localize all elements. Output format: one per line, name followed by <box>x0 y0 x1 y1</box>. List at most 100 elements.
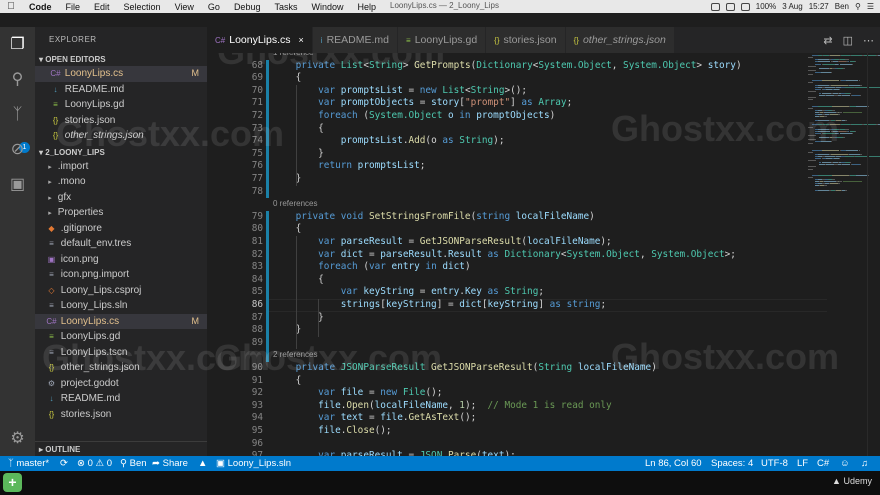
folder-item[interactable]: ▸ gfx <box>35 190 207 206</box>
dropbox-icon[interactable] <box>710 2 720 11</box>
search-icon[interactable]: ⚲ <box>8 70 27 89</box>
folder-item[interactable]: ▸ .mono <box>35 174 207 190</box>
code-lens-references[interactable]: 0 references <box>273 198 317 211</box>
menu-debug[interactable]: Debug <box>227 2 268 12</box>
code-lens-references[interactable]: 1 reference <box>273 53 313 60</box>
line-number: 88 <box>251 324 263 336</box>
encoding[interactable]: UTF-8 <box>761 456 788 471</box>
wifi-icon[interactable] <box>725 2 735 11</box>
menu-selection[interactable]: Selection <box>117 2 168 12</box>
menu-edit[interactable]: Edit <box>87 2 117 12</box>
explorer-icon[interactable]: ❐ <box>8 35 27 54</box>
open-editor-item[interactable]: {} stories.json <box>35 113 207 129</box>
code-token: ] <box>538 299 550 310</box>
problems-indicator[interactable]: ⊗ 0 ⚠ 0 <box>77 456 112 471</box>
code-token: keyString <box>385 299 437 310</box>
menu-tasks[interactable]: Tasks <box>267 2 304 12</box>
minimap-token <box>854 130 856 132</box>
code-token: = <box>402 236 420 247</box>
folder-item[interactable]: ▸ Properties <box>35 205 207 221</box>
debug-icon[interactable]: ⊘ <box>8 140 27 159</box>
open-changes-icon[interactable]: ⇄ <box>823 34 832 47</box>
minimap-token <box>845 120 847 122</box>
menu-go[interactable]: Go <box>201 2 227 12</box>
file-item[interactable]: ≡ LoonyLips.gd <box>35 329 207 345</box>
branch-indicator[interactable]: ᛉ master* <box>8 456 49 471</box>
json-icon: {} <box>52 131 59 140</box>
menu-app[interactable]: Code <box>22 2 59 12</box>
user-name[interactable]: Ben <box>835 2 849 11</box>
volume-icon[interactable] <box>740 2 750 11</box>
line-number: 91 <box>251 374 263 386</box>
file-item[interactable]: ≡ LoonyLips.tscn <box>35 345 207 361</box>
search-icon[interactable]: ⚲ <box>855 2 861 11</box>
menu-view[interactable]: View <box>168 2 201 12</box>
code-editor[interactable]: 1 reference68 private List<String> GetPr… <box>207 53 880 456</box>
share-button[interactable]: ➦ Share <box>152 456 188 471</box>
file-item[interactable]: ▣ icon.png <box>35 252 207 268</box>
code-token: { <box>273 273 324 285</box>
open-editor-item[interactable]: ≡ LoonyLips.gd <box>35 97 207 113</box>
live-share-user[interactable]: ⚲ Ben <box>120 456 147 471</box>
file-item[interactable]: ≡ default_env.tres <box>35 236 207 252</box>
open-editor-item[interactable]: {} other_strings.json <box>35 128 207 144</box>
add-icon[interactable]: + <box>3 473 22 492</box>
source-control-icon[interactable]: ᛉ <box>8 105 27 124</box>
file-item[interactable]: {} other_strings.json <box>35 360 207 376</box>
open-editors-header[interactable]: ▾ OPEN EDITORS <box>35 53 207 66</box>
file-item[interactable]: ↓ README.md <box>35 391 207 407</box>
clock[interactable]: 15:27 <box>809 2 829 11</box>
tab-loonylips-gd[interactable]: ≡ LoonyLips.gd <box>398 27 487 53</box>
file-item[interactable]: ⚙ project.godot <box>35 376 207 392</box>
close-icon[interactable]: × <box>299 35 304 45</box>
project-folder-header[interactable]: ▾ 2_LOONY_LIPS <box>35 146 207 159</box>
file-item[interactable]: {} stories.json <box>35 407 207 423</box>
end-of-line[interactable]: LF <box>797 456 808 471</box>
file-item[interactable]: C# LoonyLips.cs M <box>35 313 207 329</box>
indentation[interactable]: Spaces: 4 <box>711 456 753 471</box>
code-text: promptsList.Add(o as String); <box>273 135 505 148</box>
flame-icon[interactable]: ▲ <box>198 456 207 471</box>
tab-readme-md[interactable]: i README.md <box>312 27 399 53</box>
tab-stories-json[interactable]: {} stories.json <box>486 27 566 53</box>
code-text: var dict = parseResult.Result as Diction… <box>273 249 736 262</box>
more-actions-icon[interactable]: ⋯ <box>863 34 874 47</box>
minimap-token <box>817 189 829 191</box>
split-editor-icon[interactable]: ◫ <box>843 34 853 47</box>
tab-loonylips-cs[interactable]: C# LoonyLips.cs × <box>207 27 313 53</box>
language-mode[interactable]: C# <box>817 456 829 471</box>
sync-icon[interactable]: ⟳ <box>60 456 68 471</box>
code-token: = <box>414 97 432 109</box>
notifications-bell-icon[interactable]: ♫ <box>861 456 868 471</box>
menu-list-icon[interactable]: ☰ <box>867 2 874 11</box>
feedback-smiley-icon[interactable]: ☺ <box>840 456 850 471</box>
code-text: private List<String> GetPrompts(Dictiona… <box>273 60 742 73</box>
outline-section[interactable]: ▸ OUTLINE <box>35 441 207 456</box>
menu-file[interactable]: File <box>59 2 88 12</box>
tab-other-strings-json[interactable]: {} other_strings.json <box>565 27 675 53</box>
battery-percent[interactable]: 100% <box>756 2 776 11</box>
settings-gear-icon[interactable]: ⚙ <box>8 429 27 448</box>
extensions-icon[interactable]: ▣ <box>8 175 27 194</box>
solution-selector[interactable]: ▣ Loony_Lips.sln <box>216 456 291 471</box>
menu-window[interactable]: Window <box>304 2 350 12</box>
file-item[interactable]: ◆ .gitignore <box>35 221 207 237</box>
menu-help[interactable]: Help <box>351 2 384 12</box>
file-item[interactable]: ◇ Loony_Lips.csproj <box>35 283 207 299</box>
minimap[interactable] <box>808 53 880 203</box>
folder-item[interactable]: ▸ .import <box>35 159 207 175</box>
vertical-scrollbar[interactable] <box>867 53 880 456</box>
file-item[interactable]: ≡ icon.png.import <box>35 267 207 283</box>
apple-menu-icon[interactable]:  <box>0 1 22 12</box>
line-number: 81 <box>251 236 263 247</box>
open-editor-item[interactable]: C# LoonyLips.cs M <box>35 66 207 82</box>
macos-menu-bar:  Code File Edit Selection View Go Debug… <box>0 0 880 13</box>
minimap-token <box>825 155 835 157</box>
minimap-token <box>824 111 837 113</box>
line-number: 79 <box>251 210 263 222</box>
file-item[interactable]: ≡ Loony_Lips.sln <box>35 298 207 314</box>
code-lens-references[interactable]: 2 references <box>273 349 317 362</box>
cursor-position[interactable]: Ln 86, Col 60 <box>645 456 702 471</box>
open-editor-item[interactable]: ↓ README.md <box>35 82 207 98</box>
